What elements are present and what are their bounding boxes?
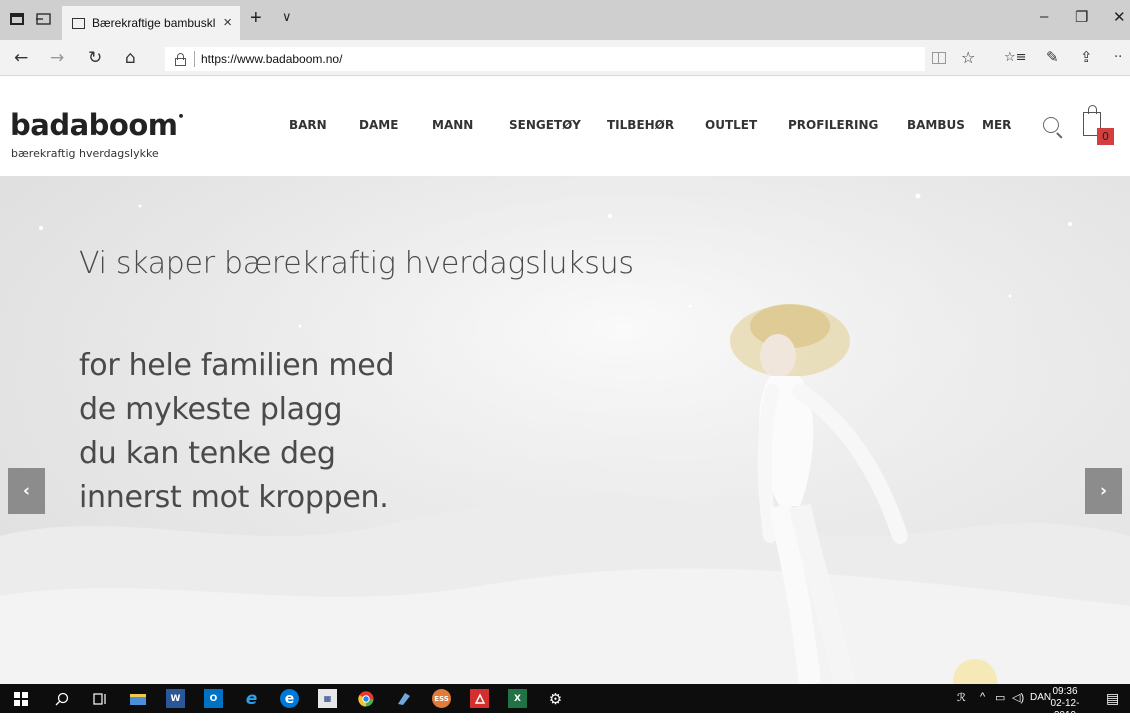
show-hidden-icons-chevron-icon[interactable]: ^ xyxy=(980,691,985,703)
web-notes-icon[interactable]: ✎ xyxy=(1046,48,1059,66)
chrome-icon[interactable] xyxy=(356,689,375,708)
logo-mark: • xyxy=(177,110,185,123)
hero-text-line-3: du kan tenke deg xyxy=(79,436,336,471)
nav-item-outlet[interactable]: OUTLET xyxy=(705,118,757,132)
refresh-button[interactable]: ↻ xyxy=(88,48,102,68)
close-button[interactable]: ✕ xyxy=(1113,8,1126,26)
nav-item-mer[interactable]: MER xyxy=(982,118,1011,132)
forward-button[interactable]: → xyxy=(50,48,64,68)
hero-text-line-4: innerst mot kroppen. xyxy=(79,480,389,515)
app-icon[interactable] xyxy=(394,689,413,708)
tab-close-icon[interactable]: × xyxy=(223,14,232,31)
site-tagline: bærekraftig hverdagslykke xyxy=(11,147,159,160)
outlook-icon[interactable]: O xyxy=(204,689,223,708)
windows-taskbar: W O e e ▦ ESS X ⚙ ℛ ^ ▭ ◁) DAN 09:36 02-… xyxy=(0,684,1130,721)
nav-item-dame[interactable]: DAME xyxy=(359,118,398,132)
new-tab-button[interactable]: + xyxy=(250,7,262,30)
tab-title: Bærekraftige bambuskl xyxy=(92,16,216,30)
nav-item-mann[interactable]: MANN xyxy=(432,118,473,132)
share-icon[interactable]: ⇪ xyxy=(1080,48,1093,66)
favorite-star-icon[interactable]: ☆ xyxy=(961,48,975,67)
cart-count-badge: 0 xyxy=(1097,128,1114,145)
nav-item-bambus[interactable]: BAMBUS xyxy=(907,118,965,132)
browser-nav-bar: ← → ↻ ⌂ https://www.badaboom.no/ ☆ ☆≡ ✎ … xyxy=(0,40,1130,76)
windows-start-icon[interactable] xyxy=(11,689,30,708)
acrobat-icon[interactable] xyxy=(470,689,489,708)
maximize-button[interactable]: ❐ xyxy=(1075,8,1088,26)
file-explorer-icon[interactable] xyxy=(128,689,147,708)
minimize-button[interactable]: – xyxy=(1040,8,1048,25)
search-icon[interactable] xyxy=(1043,117,1059,133)
task-view-icon[interactable] xyxy=(90,689,109,708)
volume-icon[interactable]: ◁) xyxy=(1012,691,1024,704)
hero-text-line-1: for hele familien med xyxy=(79,348,395,383)
back-button[interactable]: ← xyxy=(14,48,28,68)
page-icon xyxy=(72,17,85,29)
nav-item-tilbehor[interactable]: TILBEHØR xyxy=(607,118,674,132)
browser-tab[interactable]: Bærekraftige bambuskl × xyxy=(62,6,240,40)
internet-explorer-icon[interactable]: e xyxy=(242,689,261,709)
nav-item-barn[interactable]: BARN xyxy=(289,118,327,132)
more-icon[interactable]: ·· xyxy=(1114,50,1122,65)
logo-text: badaboom xyxy=(10,108,178,142)
app-icon[interactable]: ▦ xyxy=(318,689,337,708)
reading-view-icon[interactable] xyxy=(932,52,946,64)
slider-next-button[interactable]: › xyxy=(1085,468,1122,514)
favorites-hub-icon[interactable]: ☆≡ xyxy=(1004,50,1027,65)
slider-prev-button[interactable]: ‹ xyxy=(8,468,45,514)
site-logo[interactable]: badaboom• xyxy=(10,108,184,142)
action-center-icon[interactable]: ▤ xyxy=(1106,690,1119,707)
site-header: badaboom• bærekraftig hverdagslykke BARN… xyxy=(0,76,1130,176)
people-icon[interactable]: ℛ xyxy=(957,691,966,704)
hero-slider: Vi skaper bærekraftig hverdagsluksus for… xyxy=(0,176,1130,684)
lock-icon xyxy=(175,52,186,66)
address-bar[interactable]: https://www.badaboom.no/ xyxy=(165,47,925,71)
home-button[interactable]: ⌂ xyxy=(125,48,136,68)
set-tabs-aside-icon[interactable] xyxy=(32,8,54,30)
app-icon[interactable]: ESS xyxy=(432,689,451,708)
browser-title-bar: Bærekraftige bambuskl × + ∨ – ❐ ✕ xyxy=(0,0,1130,40)
clock-date: 02-12-2019 xyxy=(1050,698,1080,721)
hero-text-line-2: de mykeste plagg xyxy=(79,392,343,427)
nav-item-sengetoy[interactable]: SENGETØY xyxy=(509,118,581,132)
tab-actions-icon[interactable] xyxy=(6,8,28,30)
clock-time: 09:36 xyxy=(1052,686,1078,697)
settings-icon[interactable]: ⚙ xyxy=(546,689,565,708)
edge-icon[interactable]: e xyxy=(280,689,299,708)
search-icon[interactable] xyxy=(52,689,71,708)
network-icon[interactable]: ▭ xyxy=(995,691,1005,704)
tab-list-chevron-icon[interactable]: ∨ xyxy=(282,10,292,25)
excel-icon[interactable]: X xyxy=(508,689,527,708)
word-icon[interactable]: W xyxy=(166,689,185,708)
hero-headline: Vi skaper bærekraftig hverdagsluksus xyxy=(79,246,634,281)
url-text[interactable]: https://www.badaboom.no/ xyxy=(201,52,342,66)
nav-item-profilering[interactable]: PROFILERING xyxy=(788,118,878,132)
divider xyxy=(194,51,195,67)
taskbar-clock[interactable]: 09:36 02-12-2019 xyxy=(1041,686,1089,722)
